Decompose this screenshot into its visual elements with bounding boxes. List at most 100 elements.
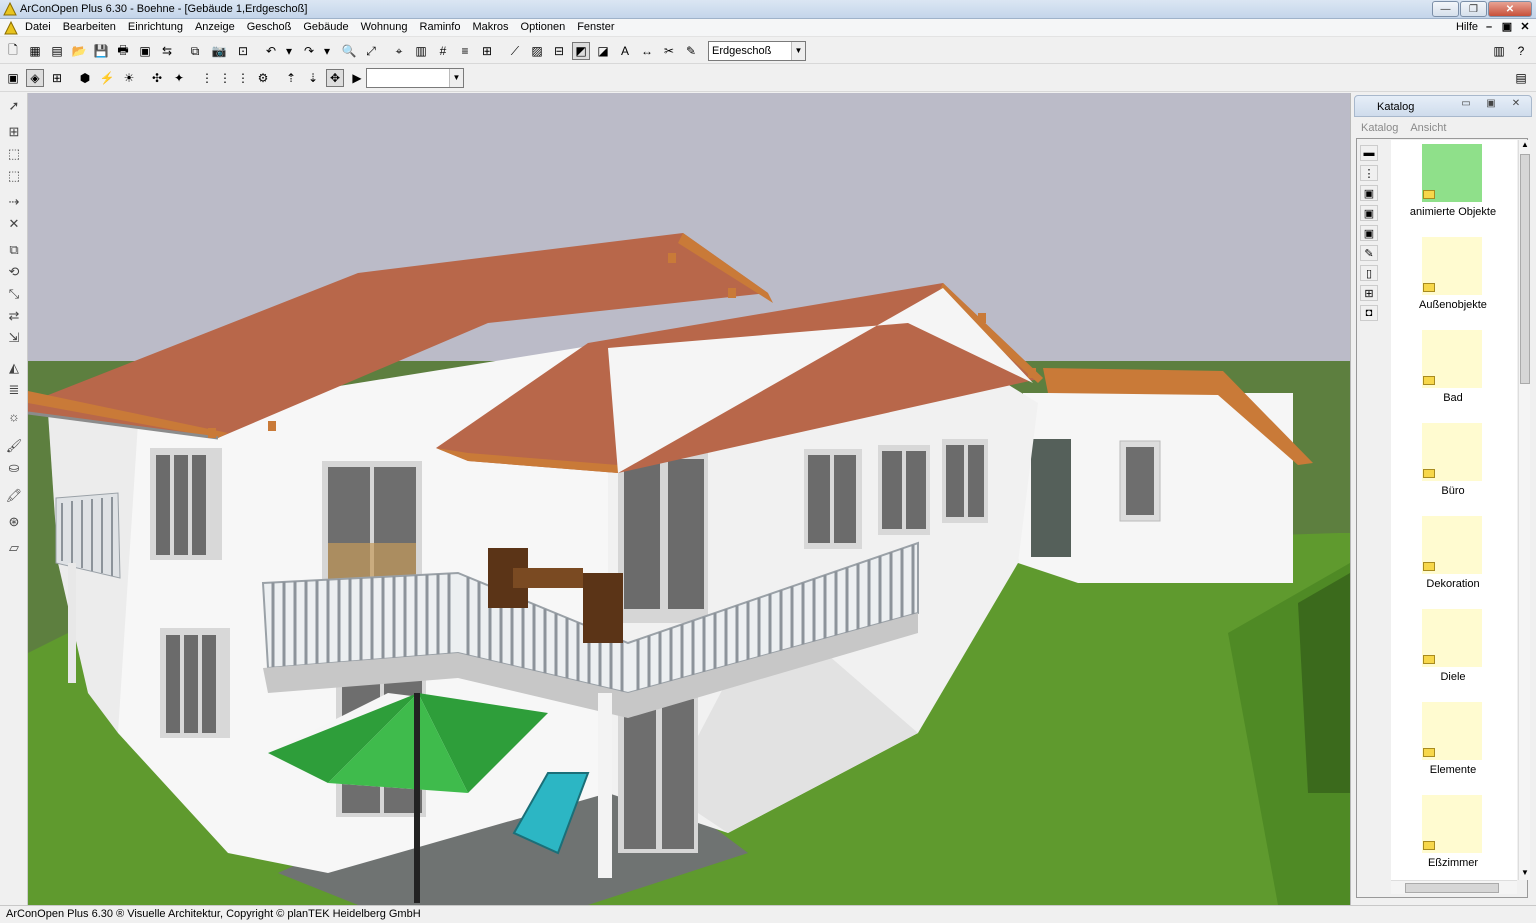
text-icon[interactable]: A [616, 42, 634, 60]
mdi-minimize-button[interactable]: – [1481, 21, 1497, 35]
view-2d-icon[interactable]: ▣ [4, 69, 22, 87]
light-icon[interactable]: ☀ [120, 69, 138, 87]
menu-makros[interactable]: Makros [472, 21, 508, 33]
orbit-icon[interactable]: ✥ [326, 69, 344, 87]
step-left-icon[interactable]: ⋮ [198, 69, 216, 87]
copy-object-icon[interactable]: ⧉ [5, 241, 23, 259]
layer-icon[interactable]: ≡ [456, 42, 474, 60]
scroll-up-icon[interactable]: ▲ [1519, 140, 1531, 152]
catalog-menu-ansicht[interactable]: Ansicht [1410, 122, 1446, 134]
move-icon[interactable]: ⇢ [5, 193, 23, 211]
print-icon[interactable]: 🖶 [114, 42, 132, 60]
dimension-icon[interactable]: ↔ [638, 42, 656, 60]
redo-dropdown-icon[interactable]: ▾ [318, 42, 336, 60]
hatch-icon[interactable]: ▨ [528, 42, 546, 60]
catalog-item[interactable]: animierte Objekte [1391, 142, 1515, 235]
step-right-icon[interactable]: ⋮ [234, 69, 252, 87]
grid-lines-icon[interactable]: ▥ [412, 42, 430, 60]
pencil-icon[interactable]: ✎ [682, 42, 700, 60]
mirror-icon[interactable]: ◭ [5, 359, 23, 377]
flip-icon[interactable]: ⇄ [5, 307, 23, 325]
save-icon[interactable]: 💾 [92, 42, 110, 60]
pointer-icon[interactable]: ➚ [5, 97, 23, 115]
cube-icon[interactable]: ⬢ [76, 69, 94, 87]
rotate-icon[interactable]: ⟲ [5, 263, 23, 281]
catalog-item[interactable]: Dekoration [1391, 514, 1515, 607]
menu-geschoß[interactable]: Geschoß [247, 21, 292, 33]
window-icon[interactable]: ⊞ [1360, 285, 1378, 301]
select-area-icon[interactable]: ⬚ [5, 145, 23, 163]
undo-dropdown-icon[interactable]: ▾ [280, 42, 298, 60]
menu-gebäude[interactable]: Gebäude [303, 21, 348, 33]
folder-icon[interactable]: ▬ [1360, 145, 1378, 161]
texture-icon[interactable]: 🖍 [5, 487, 23, 505]
minimize-button[interactable]: — [1432, 1, 1459, 17]
settings-icon[interactable]: ⚙ [254, 69, 272, 87]
catalog-item[interactable]: Eßzimmer [1391, 793, 1515, 880]
scrollbar-thumb[interactable] [1405, 883, 1499, 893]
section-icon[interactable]: ⊟ [550, 42, 568, 60]
menu-datei[interactable]: Datei [25, 21, 51, 33]
align-icon[interactable]: ≣ [5, 381, 23, 399]
grid-view-icon[interactable]: ⋮ [1360, 165, 1378, 181]
eraser-icon[interactable]: ▱ [5, 539, 23, 557]
elevation-icon[interactable]: ⊞ [48, 69, 66, 87]
open-folder-icon[interactable]: 📂 [70, 42, 88, 60]
copy-icon[interactable]: ⧉ [186, 42, 204, 60]
measure-icon[interactable]: ⟋ [506, 42, 524, 60]
view-select[interactable]: ▼ [366, 68, 464, 88]
window-layout-icon[interactable]: ▥ [1490, 42, 1508, 60]
dxf-icon[interactable]: ⊞ [478, 42, 496, 60]
maximize-button[interactable]: ❐ [1460, 1, 1487, 17]
scrollbar-thumb[interactable] [1520, 154, 1530, 384]
paint-icon[interactable]: ✎ [1360, 245, 1378, 261]
walk-icon[interactable]: ✣ [148, 69, 166, 87]
move-up-icon[interactable]: ⇡ [282, 69, 300, 87]
mdi-restore-button[interactable]: ▣ [1499, 21, 1515, 35]
material-icon[interactable]: ⊛ [5, 513, 23, 531]
menu-anzeige[interactable]: Anzeige [195, 21, 235, 33]
redo-icon[interactable]: ↷ [300, 42, 318, 60]
render-icon[interactable]: ⚡ [98, 69, 116, 87]
step-center-icon[interactable]: ⋮ [216, 69, 234, 87]
zoom-fit-icon[interactable]: ⤢ [362, 42, 380, 60]
3d-viewport[interactable] [28, 93, 1350, 905]
new-plan-icon[interactable]: ▦ [26, 42, 44, 60]
door-icon[interactable]: ▯ [1360, 265, 1378, 281]
catalog-item[interactable]: Elemente [1391, 700, 1515, 793]
catalog-toggle-icon[interactable]: ▤ [1512, 69, 1530, 87]
camera-icon[interactable]: 📷 [210, 42, 228, 60]
photo-icon[interactable]: ▣ [1360, 225, 1378, 241]
menu-einrichtung[interactable]: Einrichtung [128, 21, 183, 33]
menu-raminfo[interactable]: Raminfo [420, 21, 461, 33]
template-icon[interactable]: ▤ [48, 42, 66, 60]
undo-icon[interactable]: ↶ [262, 42, 280, 60]
context-help-icon[interactable]: ? [1512, 42, 1530, 60]
paste-icon[interactable]: ⊡ [234, 42, 252, 60]
select-object-icon[interactable]: ⬚ [5, 167, 23, 185]
menu-bearbeiten[interactable]: Bearbeiten [63, 21, 116, 33]
chevron-down-icon[interactable]: ▼ [449, 69, 463, 87]
move-down-icon[interactable]: ⇣ [304, 69, 322, 87]
catalog-menu-katalog[interactable]: Katalog [1361, 122, 1398, 134]
export-icon[interactable]: ⇆ [158, 42, 176, 60]
red-door-icon[interactable]: ◘ [1360, 305, 1378, 321]
mdi-close-button[interactable]: ✕ [1517, 21, 1533, 35]
menu-wohnung[interactable]: Wohnung [361, 21, 408, 33]
snap-icon[interactable]: ⌖ [390, 42, 408, 60]
close-button[interactable]: ✕ [1488, 1, 1532, 17]
play-icon[interactable]: ▶ [348, 69, 366, 87]
fill-icon[interactable]: ⛀ [5, 459, 23, 477]
tools-icon[interactable]: ✂ [660, 42, 678, 60]
floor-select[interactable]: Erdgeschoß ▼ [708, 41, 806, 61]
grid-icon[interactable]: # [434, 42, 452, 60]
delete-icon[interactable]: ✕ [5, 215, 23, 233]
catalog-vertical-scrollbar[interactable]: ▲ ▼ [1518, 140, 1530, 880]
catalog-item[interactable]: Büro [1391, 421, 1515, 514]
stretch-icon[interactable]: ⇲ [5, 329, 23, 347]
catalog-item[interactable]: Bad [1391, 328, 1515, 421]
view-3d-icon[interactable]: ◈ [26, 69, 44, 87]
catalog-horizontal-scrollbar[interactable] [1391, 880, 1517, 894]
new-file-icon[interactable]: 🗋 [4, 42, 22, 60]
select-group-icon[interactable]: ⊞ [5, 123, 23, 141]
